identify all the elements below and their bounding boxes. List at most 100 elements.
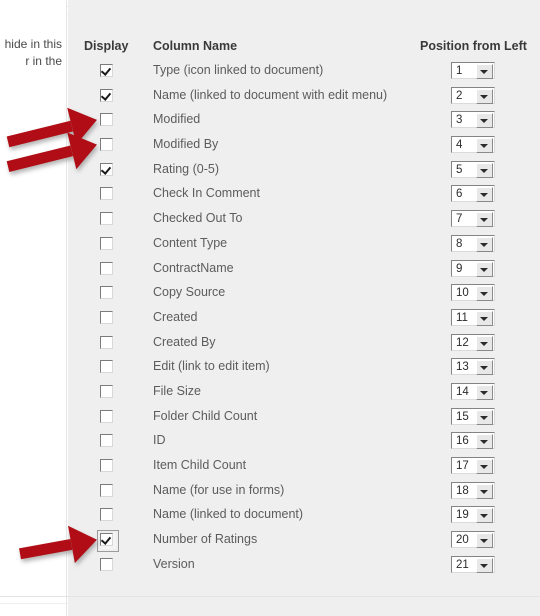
display-checkbox-19[interactable] (97, 530, 119, 553)
display-checkbox-3[interactable] (100, 138, 116, 154)
chevron-down-icon[interactable] (476, 335, 493, 351)
empty-checkbox-icon[interactable] (100, 360, 113, 374)
display-checkbox-12[interactable] (100, 360, 116, 376)
position-dropdown[interactable]: 14 (451, 382, 495, 400)
position-dropdown[interactable]: 20 (451, 531, 495, 549)
position-select-13[interactable]: 14 (451, 382, 495, 405)
position-select-16[interactable]: 17 (451, 457, 495, 479)
empty-checkbox-icon[interactable] (100, 384, 113, 398)
position-select-17[interactable]: 18 (451, 481, 495, 504)
empty-checkbox-icon[interactable] (100, 261, 113, 275)
position-select-15[interactable]: 16 (451, 432, 495, 454)
display-checkbox-9[interactable] (100, 286, 116, 302)
position-select-14[interactable]: 15 (451, 407, 495, 430)
empty-checkbox-icon[interactable] (100, 212, 113, 226)
position-dropdown[interactable]: 5 (451, 160, 495, 178)
position-dropdown[interactable]: 11 (451, 308, 495, 326)
display-checkbox-2[interactable] (100, 113, 116, 129)
chevron-down-icon[interactable] (476, 459, 493, 474)
empty-checkbox-icon[interactable] (100, 557, 113, 571)
empty-checkbox-icon[interactable] (100, 459, 113, 472)
position-select-3[interactable]: 4 (451, 136, 495, 158)
position-dropdown[interactable]: 6 (451, 185, 495, 203)
position-dropdown[interactable]: 2 (451, 86, 495, 104)
chevron-down-icon[interactable] (476, 113, 493, 129)
position-select-1[interactable]: 2 (451, 86, 495, 109)
display-checkbox-10[interactable] (100, 310, 116, 327)
display-checkbox-17[interactable] (100, 483, 116, 500)
display-checkbox-15[interactable] (100, 434, 116, 450)
position-dropdown[interactable]: 1 (451, 62, 495, 79)
chevron-down-icon[interactable] (476, 533, 493, 549)
position-select-20[interactable]: 21 (451, 555, 495, 578)
position-select-19[interactable]: 20 (451, 531, 495, 553)
display-checkbox-5[interactable] (100, 187, 116, 203)
position-select-4[interactable]: 5 (451, 160, 495, 183)
empty-checkbox-icon[interactable] (100, 434, 113, 448)
position-dropdown[interactable]: 13 (451, 358, 495, 376)
position-dropdown[interactable]: 10 (451, 284, 495, 302)
position-select-2[interactable]: 3 (451, 111, 495, 133)
position-select-8[interactable]: 9 (451, 259, 495, 282)
display-checkbox-16[interactable] (100, 459, 116, 475)
position-dropdown[interactable]: 19 (451, 506, 495, 524)
chevron-down-icon[interactable] (476, 360, 493, 376)
empty-checkbox-icon[interactable] (100, 286, 113, 300)
position-select-9[interactable]: 10 (451, 284, 495, 306)
checkmark-icon[interactable] (100, 162, 113, 176)
display-checkbox-0[interactable] (100, 64, 116, 80)
empty-checkbox-icon[interactable] (100, 113, 113, 127)
empty-checkbox-icon[interactable] (100, 236, 113, 250)
position-dropdown[interactable]: 8 (451, 234, 495, 252)
chevron-down-icon[interactable] (476, 162, 493, 178)
display-checkbox-1[interactable] (100, 88, 116, 105)
chevron-down-icon[interactable] (476, 434, 493, 450)
empty-checkbox-icon[interactable] (100, 310, 113, 324)
chevron-down-icon[interactable] (476, 212, 493, 228)
chevron-down-icon[interactable] (476, 286, 493, 302)
position-select-12[interactable]: 13 (451, 358, 495, 380)
position-select-0[interactable]: 1 (451, 62, 495, 84)
chevron-down-icon[interactable] (476, 88, 493, 104)
position-dropdown[interactable]: 17 (451, 457, 495, 474)
empty-checkbox-icon[interactable] (100, 187, 113, 201)
position-select-7[interactable]: 8 (451, 234, 495, 257)
display-checkbox-8[interactable] (100, 261, 116, 278)
display-checkbox-6[interactable] (100, 212, 116, 228)
position-dropdown[interactable]: 9 (451, 259, 495, 277)
display-checkbox-7[interactable] (100, 236, 116, 253)
position-select-18[interactable]: 19 (451, 506, 495, 528)
display-checkbox-18[interactable] (100, 508, 116, 524)
position-dropdown[interactable]: 16 (451, 432, 495, 450)
chevron-down-icon[interactable] (476, 508, 493, 524)
display-checkbox-13[interactable] (100, 384, 116, 401)
display-checkbox-4[interactable] (100, 162, 116, 179)
chevron-down-icon[interactable] (476, 64, 493, 79)
empty-checkbox-icon[interactable] (100, 335, 113, 349)
empty-checkbox-icon[interactable] (100, 138, 113, 152)
chevron-down-icon[interactable] (476, 483, 493, 499)
position-dropdown[interactable]: 7 (451, 210, 495, 228)
checkmark-icon[interactable] (100, 533, 113, 547)
position-select-6[interactable]: 7 (451, 210, 495, 232)
display-checkbox-20[interactable] (100, 557, 116, 574)
position-dropdown[interactable]: 3 (451, 111, 495, 129)
position-dropdown[interactable]: 12 (451, 333, 495, 351)
chevron-down-icon[interactable] (476, 310, 493, 326)
chevron-down-icon[interactable] (476, 138, 493, 154)
empty-checkbox-icon[interactable] (100, 508, 113, 522)
chevron-down-icon[interactable] (476, 236, 493, 252)
checkmark-icon[interactable] (100, 88, 113, 102)
chevron-down-icon[interactable] (476, 187, 493, 203)
position-select-10[interactable]: 11 (451, 308, 495, 331)
display-checkbox-11[interactable] (100, 335, 116, 352)
empty-checkbox-icon[interactable] (100, 483, 113, 497)
checkmark-icon[interactable] (100, 64, 113, 77)
chevron-down-icon[interactable] (476, 261, 493, 277)
chevron-down-icon[interactable] (476, 384, 493, 400)
position-dropdown[interactable]: 18 (451, 481, 495, 499)
empty-checkbox-icon[interactable] (100, 409, 113, 423)
chevron-down-icon[interactable] (476, 557, 493, 573)
position-select-11[interactable]: 12 (451, 333, 495, 356)
position-select-5[interactable]: 6 (451, 185, 495, 207)
